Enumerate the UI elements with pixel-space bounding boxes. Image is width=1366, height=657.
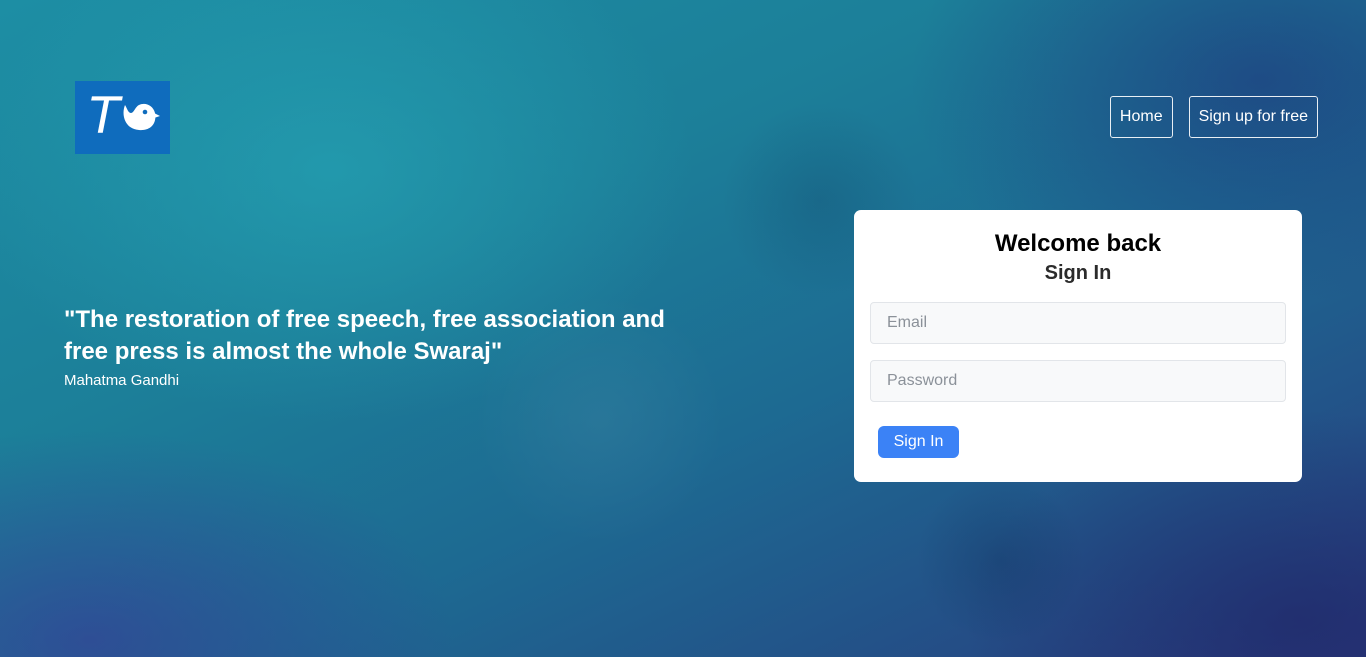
logo[interactable]: T (75, 81, 170, 154)
quote-text: "The restoration of free speech, free as… (64, 306, 665, 365)
email-field[interactable] (870, 302, 1286, 344)
password-field[interactable] (870, 360, 1286, 402)
bird-icon (123, 103, 160, 131)
login-subtitle: Sign In (1044, 262, 1112, 284)
home-button[interactable]: Home (1109, 96, 1173, 138)
signup-button[interactable]: Sign up for free (1188, 96, 1318, 138)
login-card: Welcome back Sign In Sign In (854, 210, 1302, 482)
sign-in-button[interactable]: Sign In (878, 426, 959, 458)
top-nav: Home Sign up for free (1109, 96, 1318, 138)
quote-block: "The restoration of free speech, free as… (64, 304, 704, 392)
login-title: Welcome back (994, 230, 1162, 257)
logo-letter: T (89, 87, 120, 145)
quote-author: Mahatma Gandhi (64, 372, 180, 389)
